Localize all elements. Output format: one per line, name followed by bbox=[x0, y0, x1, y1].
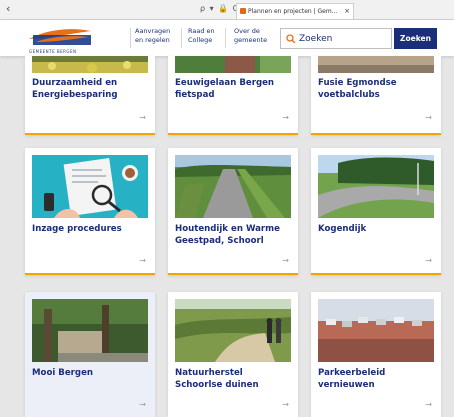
project-card-parkeerbeleid[interactable]: Parkeerbeleid vernieuwen → bbox=[311, 292, 441, 417]
search-button[interactable]: Zoeken bbox=[394, 28, 437, 49]
project-card-fusie-egmondse[interactable]: Fusie Egmondse voetbalclubs → bbox=[311, 56, 441, 135]
card-image bbox=[32, 155, 148, 218]
project-card-houtendijk[interactable]: Houtendijk en Warme Geestpad, Schoorl → bbox=[168, 148, 298, 275]
card-title-line: voetbalclubs bbox=[318, 90, 380, 100]
arrow-right-icon[interactable]: → bbox=[425, 400, 432, 409]
arrow-right-icon[interactable]: → bbox=[282, 113, 289, 122]
browser-toolbar: ‹ ρ ▾ 🔒 C Plannen en projecten | Gem... … bbox=[0, 0, 454, 20]
card-image bbox=[318, 155, 434, 218]
site-header: GEMEENTE BERGEN Aanvragen en regelen Raa… bbox=[0, 20, 454, 56]
nav-aanvragen[interactable]: Aanvragen en regelen bbox=[135, 27, 170, 45]
card-title: Duurzaamheid en Energiebesparing bbox=[32, 77, 152, 101]
card-title-line: Houtendijk en Warme bbox=[175, 224, 280, 234]
close-tab-icon[interactable]: × bbox=[344, 7, 350, 15]
card-title: Inzage procedures bbox=[32, 223, 152, 235]
card-title: Mooi Bergen bbox=[32, 367, 152, 379]
card-title: Parkeerbeleid vernieuwen bbox=[318, 367, 438, 391]
nav-label: Raad en bbox=[188, 27, 215, 35]
project-card-duurzaamheid[interactable]: Duurzaamheid en Energiebesparing → bbox=[25, 56, 155, 135]
nav-raad-en-college[interactable]: Raad en College bbox=[188, 27, 215, 45]
search-input[interactable]: Zoeken bbox=[280, 28, 392, 49]
search-icon bbox=[286, 34, 296, 44]
card-title-line: Schoorlse duinen bbox=[175, 380, 259, 390]
card-image bbox=[175, 155, 291, 218]
nav-over-de-gemeente[interactable]: Over de gemeente bbox=[234, 27, 267, 45]
card-image bbox=[175, 56, 291, 73]
card-title-line: Parkeerbeleid bbox=[318, 368, 386, 378]
card-title: Houtendijk en Warme Geestpad, Schoorl bbox=[175, 223, 295, 247]
back-button[interactable]: ‹ bbox=[6, 2, 10, 15]
project-card-kogendijk[interactable]: Kogendijk → bbox=[311, 148, 441, 275]
project-card-eeuwigelaan[interactable]: Eeuwigelaan Bergen fietspad → bbox=[168, 56, 298, 135]
project-card-inzage-procedures[interactable]: Inzage procedures → bbox=[25, 148, 155, 275]
arrow-right-icon[interactable]: → bbox=[139, 113, 146, 122]
card-image bbox=[32, 56, 148, 73]
nav-divider bbox=[130, 28, 131, 48]
card-title-line: Natuurherstel bbox=[175, 368, 243, 378]
card-title: Eeuwigelaan Bergen fietspad bbox=[175, 77, 295, 101]
card-image bbox=[318, 56, 434, 73]
card-title: Kogendijk bbox=[318, 223, 438, 235]
nav-label: College bbox=[188, 36, 213, 44]
card-title-line: Energiebesparing bbox=[32, 90, 118, 100]
project-card-mooi-bergen[interactable]: Mooi Bergen → bbox=[25, 292, 155, 417]
nav-divider bbox=[181, 28, 182, 48]
card-image bbox=[175, 299, 291, 362]
card-title-line: Inzage procedures bbox=[32, 224, 122, 234]
card-title-line: fietspad bbox=[175, 90, 215, 100]
project-card-natuurherstel[interactable]: Natuurherstel Schoorlse duinen → bbox=[168, 292, 298, 417]
arrow-right-icon[interactable]: → bbox=[139, 400, 146, 409]
card-image bbox=[318, 299, 434, 362]
arrow-right-icon[interactable]: → bbox=[282, 400, 289, 409]
nav-label: Aanvragen bbox=[135, 27, 171, 35]
nav-divider bbox=[225, 28, 226, 48]
favicon-icon bbox=[240, 8, 246, 14]
card-title: Natuurherstel Schoorlse duinen bbox=[175, 367, 295, 391]
card-title-line: Fusie Egmondse bbox=[318, 78, 397, 88]
card-title-line: vernieuwen bbox=[318, 380, 375, 390]
card-title-line: Duurzaamheid en bbox=[32, 78, 118, 88]
nav-label: en regelen bbox=[135, 36, 170, 44]
arrow-right-icon[interactable]: → bbox=[425, 113, 432, 122]
card-image bbox=[32, 299, 148, 362]
logo-subtext: GEMEENTE BERGEN bbox=[29, 49, 77, 54]
card-title-line: Eeuwigelaan Bergen bbox=[175, 78, 275, 88]
card-title-line: Kogendijk bbox=[318, 224, 367, 234]
card-title-line: Geestpad, Schoorl bbox=[175, 236, 264, 246]
search-placeholder: Zoeken bbox=[299, 34, 333, 44]
card-title: Fusie Egmondse voetbalclubs bbox=[318, 77, 438, 101]
card-title-line: Mooi Bergen bbox=[32, 368, 94, 378]
tab-title: Plannen en projecten | Gem... bbox=[248, 8, 338, 15]
arrow-right-icon[interactable]: → bbox=[282, 256, 289, 265]
address-bar-icons[interactable]: ρ ▾ 🔒 C bbox=[200, 4, 239, 13]
browser-tab[interactable]: Plannen en projecten | Gem... × bbox=[236, 3, 354, 19]
arrow-right-icon[interactable]: → bbox=[139, 256, 146, 265]
nav-label: gemeente bbox=[234, 36, 268, 44]
nav-label: Over de bbox=[234, 27, 260, 35]
arrow-right-icon[interactable]: → bbox=[425, 256, 432, 265]
